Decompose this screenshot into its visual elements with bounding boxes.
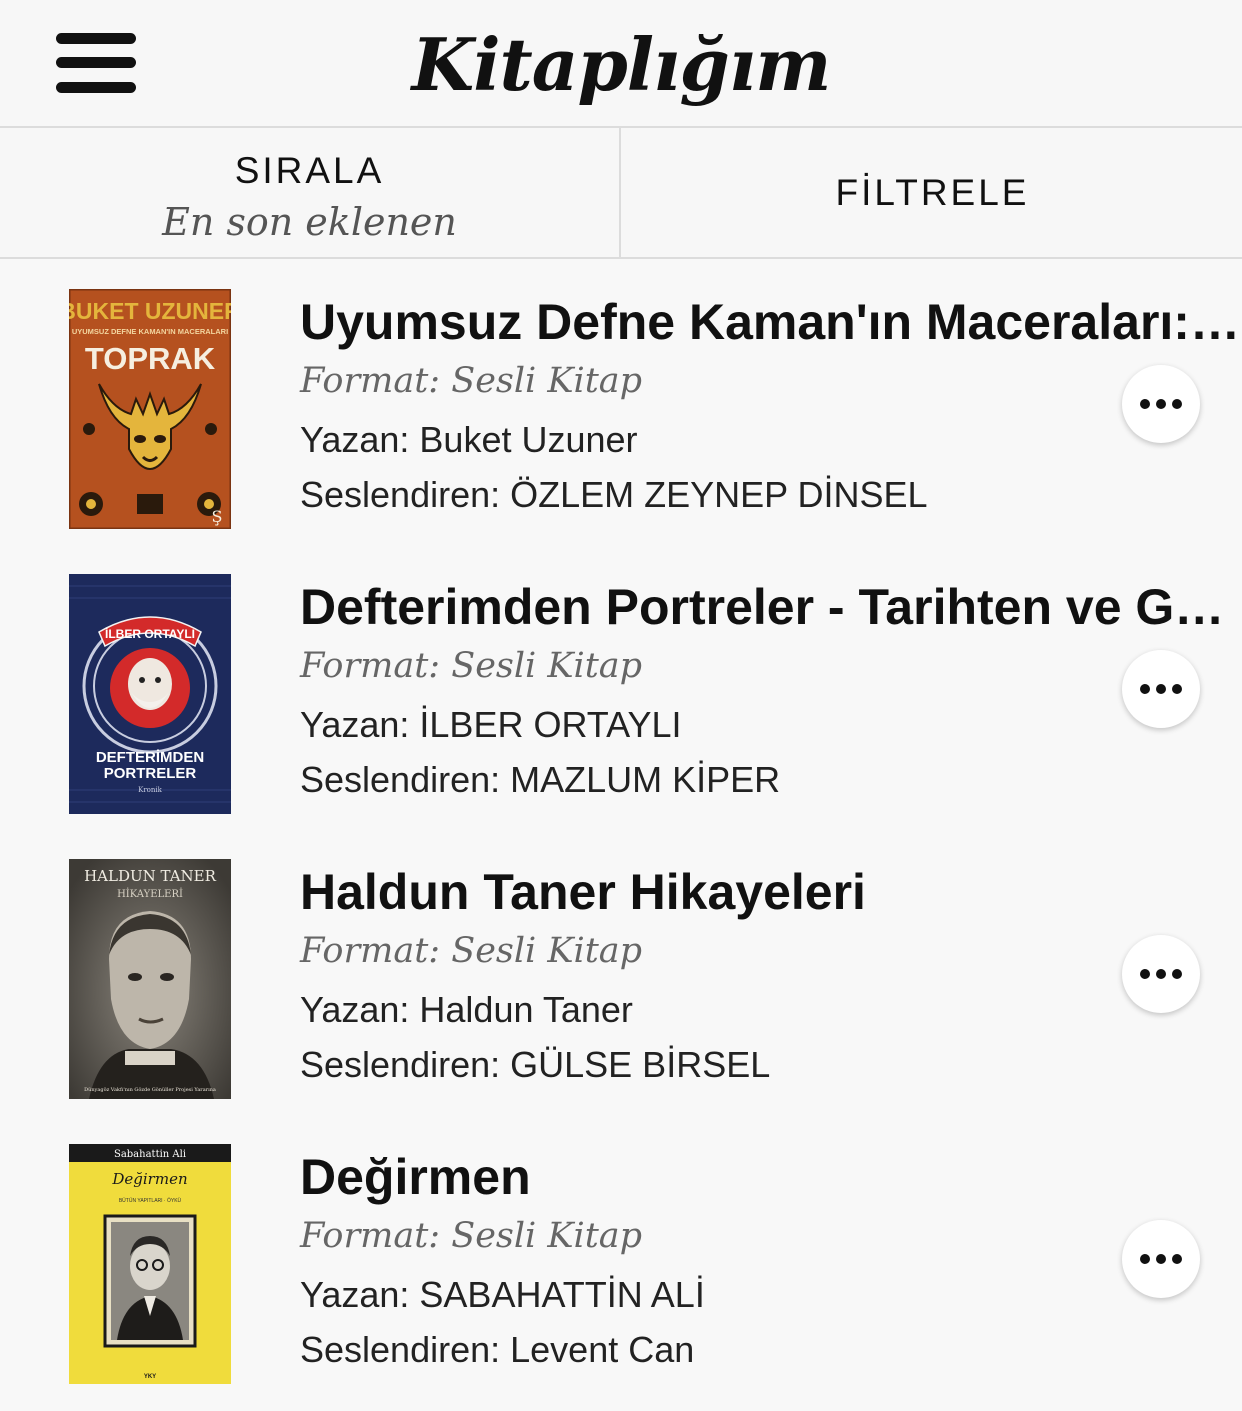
sort-button[interactable]: SIRALA En son eklenen: [0, 128, 621, 257]
cover-publisher-mark: YKY: [144, 1374, 156, 1380]
book-narrator: Seslendiren: ÖZLEM ZEYNEP DİNSEL: [300, 474, 928, 515]
more-options-icon[interactable]: [1122, 650, 1200, 728]
book-format: Format: Sesli Kitap: [300, 361, 643, 401]
book-title[interactable]: Defterimden Portreler - Tarihten ve Günü…: [300, 578, 1242, 636]
sort-filter-bar: SIRALA En son eklenen FİLTRELE: [0, 128, 1242, 259]
app-header: Kitaplığım: [0, 0, 1242, 128]
book-cover-toprak[interactable]: BUKET UZUNER UYUMSUZ DEFNE KAMAN'IN MACE…: [69, 289, 231, 529]
book-title[interactable]: Haldun Taner Hikayeleri: [300, 863, 1242, 921]
cover-art: BUKET UZUNER UYUMSUZ DEFNE KAMAN'IN MACE…: [69, 289, 231, 529]
cover-art: İLBER ORTAYLI DEFTERİMDEN PORTRELER Kron…: [69, 574, 231, 814]
cover-title-text: HİKAYELERİ: [117, 888, 183, 900]
cover-publisher-mark: Ş: [212, 507, 223, 526]
more-dot: [1140, 969, 1150, 979]
cover-author-text: Sabahattin Ali: [114, 1149, 186, 1160]
book-format: Format: Sesli Kitap: [300, 646, 643, 686]
more-dot: [1140, 1254, 1150, 1264]
cover-series-text: BÜTÜN YAPITLARI · ÖYKÜ: [119, 1197, 182, 1204]
cover-author-text: BUKET UZUNER: [69, 298, 231, 324]
cover-publisher-mark: Kronik: [138, 786, 163, 794]
book-cover-defterimden-portreler[interactable]: İLBER ORTAYLI DEFTERİMDEN PORTRELER Kron…: [69, 574, 231, 814]
book-narrator: Seslendiren: MAZLUM KİPER: [300, 759, 781, 800]
more-options-icon[interactable]: [1122, 935, 1200, 1013]
more-dot: [1172, 684, 1182, 694]
filter-label: FİLTRELE: [835, 172, 1030, 213]
more-dot: [1156, 399, 1166, 409]
more-dot: [1140, 399, 1150, 409]
more-options-icon[interactable]: [1122, 1220, 1200, 1298]
cover-title-text: Değirmen: [111, 1170, 187, 1188]
cover-title-line2: PORTRELER: [104, 765, 197, 782]
more-dot: [1156, 969, 1166, 979]
book-list-item[interactable]: Sabahattin Ali Değirmen BÜTÜN YAPITLARI …: [0, 1144, 1242, 1411]
cover-title-text: TOPRAK: [85, 341, 216, 376]
more-dot: [1156, 1254, 1166, 1264]
book-author: Yazan: SABAHATTİN ALİ: [300, 1274, 705, 1315]
book-list-item[interactable]: BUKET UZUNER UYUMSUZ DEFNE KAMAN'IN MACE…: [0, 289, 1242, 574]
book-author: Yazan: Haldun Taner: [300, 989, 633, 1030]
more-dot: [1172, 969, 1182, 979]
cover-art: Sabahattin Ali Değirmen BÜTÜN YAPITLARI …: [69, 1144, 231, 1384]
book-author: Yazan: Buket Uzuner: [300, 419, 638, 460]
page-title: Kitaplığım: [411, 22, 832, 107]
more-options-icon[interactable]: [1122, 365, 1200, 443]
book-author: Yazan: İLBER ORTAYLI: [300, 704, 682, 745]
cover-author-text: HALDUN TANER: [84, 867, 217, 885]
book-format: Format: Sesli Kitap: [300, 931, 643, 971]
more-dot: [1140, 684, 1150, 694]
cover-art: HALDUN TANER HİKAYELERİ Dünyagöz Vakfı'n…: [69, 859, 231, 1099]
more-dot: [1172, 399, 1182, 409]
book-title[interactable]: Uyumsuz Defne Kaman'ın Maceraları: Topra…: [300, 293, 1242, 351]
more-dot: [1172, 1254, 1182, 1264]
sort-label: SIRALA: [234, 150, 385, 191]
cover-title-line1: DEFTERİMDEN: [96, 749, 204, 766]
book-cover-haldun-taner-hikayeleri[interactable]: HALDUN TANER HİKAYELERİ Dünyagöz Vakfı'n…: [69, 859, 231, 1099]
filter-button[interactable]: FİLTRELE: [623, 128, 1242, 257]
book-list-item[interactable]: İLBER ORTAYLI DEFTERİMDEN PORTRELER Kron…: [0, 574, 1242, 859]
cover-series-text: UYUMSUZ DEFNE KAMAN'IN MACERALARI: [72, 327, 228, 336]
more-dot: [1156, 684, 1166, 694]
book-narrator: Seslendiren: Levent Can: [300, 1329, 695, 1370]
book-list-item[interactable]: HALDUN TANER HİKAYELERİ Dünyagöz Vakfı'n…: [0, 859, 1242, 1144]
book-cover-degirmen[interactable]: Sabahattin Ali Değirmen BÜTÜN YAPITLARI …: [69, 1144, 231, 1384]
book-format: Format: Sesli Kitap: [300, 1216, 643, 1256]
sort-current-value: En son eklenen: [162, 200, 457, 244]
book-narrator: Seslendiren: GÜLSE BİRSEL: [300, 1044, 771, 1085]
cover-footer-text: Dünyagöz Vakfı'nın Gözde Gönüller Projes…: [84, 1087, 216, 1093]
cover-author-text: İLBER ORTAYLI: [105, 626, 195, 641]
book-title[interactable]: Değirmen: [300, 1148, 1242, 1206]
